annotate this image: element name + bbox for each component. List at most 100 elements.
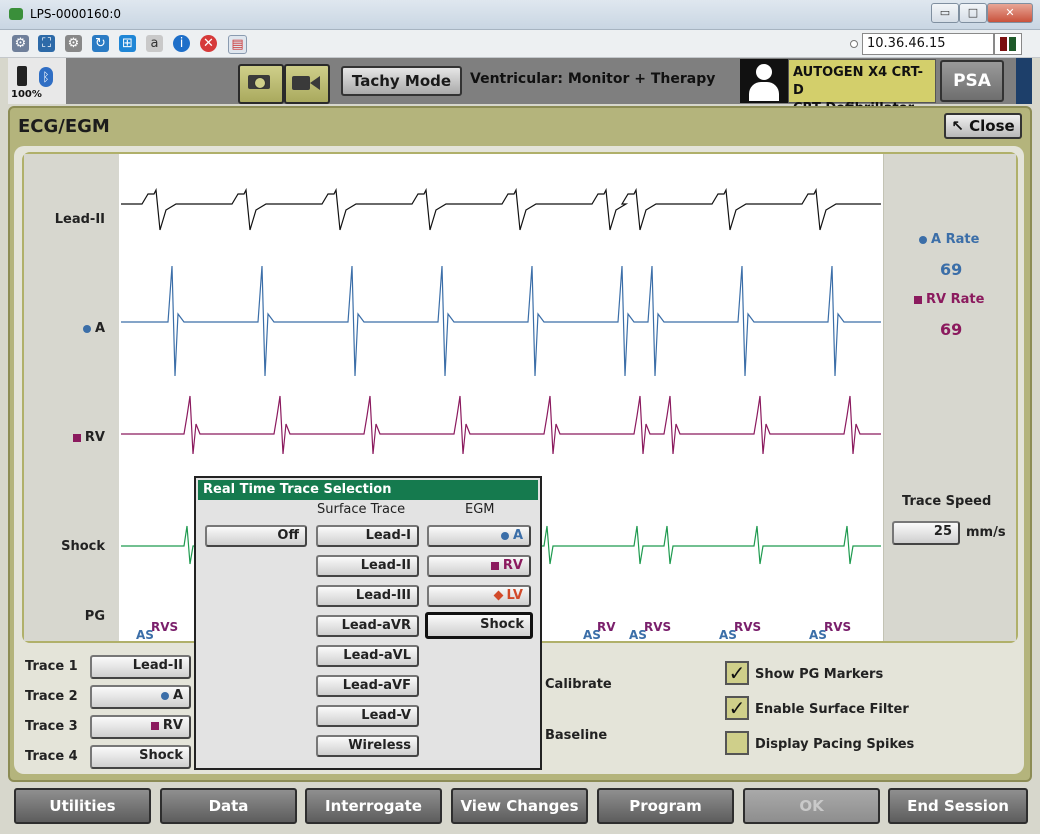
close-label: Close	[969, 117, 1015, 135]
tachy-mode-button[interactable]: Tachy Mode	[341, 66, 462, 96]
off-button[interactable]: Off	[205, 525, 307, 547]
close-window-button[interactable]: ✕	[987, 3, 1033, 23]
interrogate-button[interactable]: Interrogate	[305, 788, 442, 824]
show-pg-markers-checkbox[interactable]: ✓	[725, 661, 749, 685]
egm-shock-button[interactable]: Shock	[425, 612, 533, 639]
battery-percent: 100%	[11, 89, 42, 100]
dot-icon	[919, 235, 927, 244]
trace-speed-field[interactable]: 25	[892, 521, 960, 545]
rv-waveform	[121, 395, 881, 455]
enable-surface-filter-checkbox[interactable]: ✓	[725, 696, 749, 720]
trace-4-label: Trace 4	[25, 749, 78, 764]
surface-lead-ii-button[interactable]: Lead-II	[316, 555, 419, 577]
rate-column: A Rate 69 RV Rate 69 Trace Speed	[884, 154, 1016, 641]
dot-icon	[160, 691, 169, 700]
header-edge	[1016, 58, 1032, 104]
network-icon[interactable]: ⚙	[12, 35, 29, 52]
enable-surface-filter-label: Enable Surface Filter	[755, 702, 909, 717]
lead-ii-waveform	[121, 187, 881, 231]
surface-trace-header: Surface Trace	[317, 502, 406, 517]
surface-wireless-button[interactable]: Wireless	[316, 735, 419, 757]
trace-label-pg: PG	[84, 609, 105, 624]
calibrate-label[interactable]: Calibrate	[545, 677, 612, 692]
minimize-button[interactable]: ▭	[931, 3, 959, 23]
marker-as: AS	[629, 628, 647, 642]
marker-as: AS	[809, 628, 827, 642]
trace-3-label: Trace 3	[25, 719, 78, 734]
window-titlebar: LPS-0000160:0 ▭ □ ✕	[0, 0, 1040, 30]
marker-rvs: RVS	[151, 620, 179, 634]
settings-gear-icon[interactable]: ⚙	[65, 35, 82, 52]
display-pacing-spikes-label: Display Pacing Spikes	[755, 737, 915, 752]
panel-close-button[interactable]: ↖ Close	[944, 113, 1022, 139]
marker-as: AS	[583, 628, 601, 642]
device-model: AUTOGEN X4 CRT-D	[793, 65, 924, 98]
maximize-button[interactable]: □	[959, 3, 987, 23]
view-changes-button[interactable]: View Changes	[451, 788, 588, 824]
video-camera-icon[interactable]	[284, 64, 330, 104]
marker-rvs: RVS	[824, 620, 852, 634]
program-button[interactable]: Program	[597, 788, 734, 824]
square-icon	[150, 721, 159, 730]
trace-3-select[interactable]: RV	[90, 715, 191, 739]
end-session-button[interactable]: End Session	[888, 788, 1028, 824]
show-pg-markers-label: Show PG Markers	[755, 667, 884, 682]
trace-1-select[interactable]: Lead-II	[90, 655, 191, 679]
camera-icon[interactable]	[238, 64, 284, 104]
device-info: AUTOGEN X4 CRT-D CRT Defibrillator	[788, 59, 936, 116]
rv-rate-value: 69	[940, 320, 963, 339]
trace-labels: Lead-II A RV Shock PG	[24, 154, 119, 641]
surface-lead-avl-button[interactable]: Lead-aVL	[316, 645, 419, 667]
info-icon[interactable]: i	[173, 35, 190, 52]
popup-title: Real Time Trace Selection	[198, 480, 538, 500]
disconnect-icon[interactable]: ✕	[200, 35, 217, 52]
windows-icon[interactable]: ⊞	[119, 35, 136, 52]
egm-a-button[interactable]: A	[427, 525, 531, 547]
fullscreen-icon[interactable]: ⛶	[38, 35, 55, 52]
ok-button[interactable]: OK	[743, 788, 880, 824]
trace-2-label: Trace 2	[25, 689, 78, 704]
square-icon	[490, 561, 499, 570]
status-area: ᛒ 100%	[8, 58, 66, 104]
document-close-icon[interactable]: ▤	[228, 35, 247, 54]
bluetooth-icon: ᛒ	[39, 67, 53, 87]
surface-lead-avr-button[interactable]: Lead-aVR	[316, 615, 419, 637]
trace-label-rv: RV	[72, 430, 105, 445]
data-button[interactable]: Data	[160, 788, 297, 824]
a-waveform	[121, 265, 881, 377]
diamond-icon	[493, 590, 504, 601]
refresh-icon[interactable]: ↻	[92, 35, 109, 52]
egm-header: EGM	[465, 502, 495, 517]
square-icon	[72, 433, 81, 442]
marker-rvs: RVS	[734, 620, 762, 634]
patient-icon[interactable]	[740, 59, 788, 103]
trace-4-select[interactable]: Shock	[90, 745, 191, 769]
trace-label-a: A	[82, 321, 105, 336]
panel-title: ECG/EGM	[18, 116, 110, 137]
keyboard-icon[interactable]: a	[146, 35, 163, 52]
baseline-label[interactable]: Baseline	[545, 728, 607, 743]
rv-rate-label: RV Rate	[914, 292, 984, 307]
surface-lead-i-button[interactable]: Lead-I	[316, 525, 419, 547]
trace-speed-label: Trace Speed	[902, 494, 992, 509]
trace-label-lead-ii: Lead-II	[54, 212, 105, 227]
egm-lv-button[interactable]: LV	[427, 585, 531, 607]
tachy-mode-status: Ventricular: Monitor + Therapy	[470, 71, 716, 87]
dot-icon	[82, 324, 91, 333]
dot-icon	[500, 531, 509, 540]
arrow-icon: ↖	[951, 117, 964, 135]
window-title: LPS-0000160:0	[30, 7, 121, 21]
ip-address-field[interactable]: 10.36.46.15	[862, 33, 994, 55]
square-icon	[914, 295, 922, 304]
psa-button[interactable]: PSA	[940, 60, 1004, 102]
utilities-button[interactable]: Utilities	[14, 788, 151, 824]
egm-rv-button[interactable]: RV	[427, 555, 531, 577]
surface-lead-iii-button[interactable]: Lead-III	[316, 585, 419, 607]
trace-label-shock: Shock	[61, 539, 105, 554]
surface-lead-v-button[interactable]: Lead-V	[316, 705, 419, 727]
connection-radio[interactable]	[850, 40, 858, 48]
flag-icon	[994, 33, 1022, 55]
display-pacing-spikes-checkbox[interactable]	[725, 731, 749, 755]
trace-2-select[interactable]: A	[90, 685, 191, 709]
surface-lead-avf-button[interactable]: Lead-aVF	[316, 675, 419, 697]
